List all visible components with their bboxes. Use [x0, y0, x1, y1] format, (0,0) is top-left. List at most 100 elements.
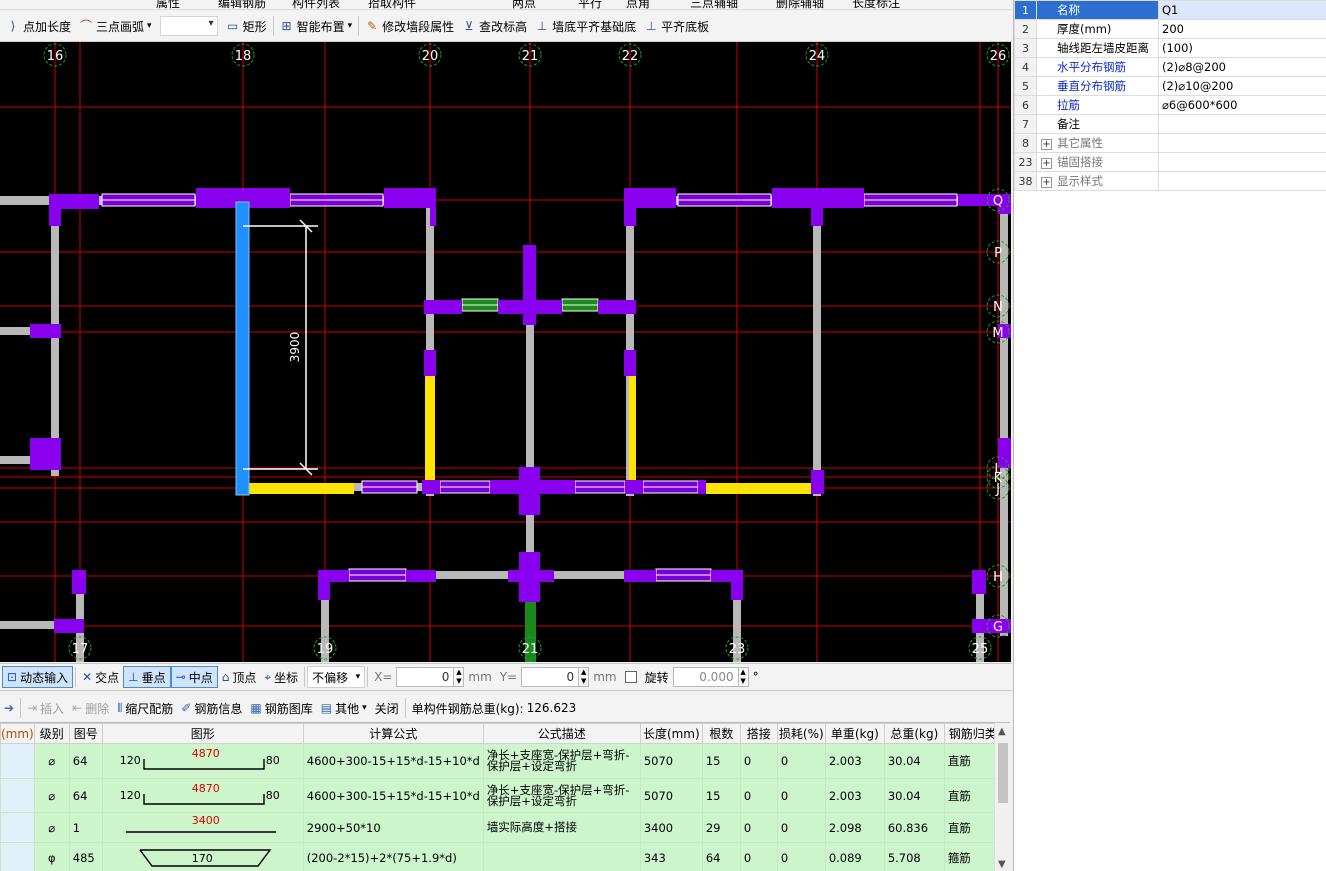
cell-grade[interactable]: ⌀	[33, 778, 70, 813]
y-input[interactable]: 0	[521, 667, 580, 687]
cell-desc[interactable]	[482, 842, 641, 871]
cell-shape[interactable]: 120 4870 80	[101, 743, 304, 779]
walls[interactable]	[0, 196, 1011, 662]
dynamic-input-toggle[interactable]: ⊡ 动态输入	[2, 666, 74, 688]
table-row[interactable]: ⌀ 64 120 4870 80 4600+300-15+15*d-15+10*d 净长+支…	[0, 743, 1002, 779]
columns[interactable]	[30, 188, 1011, 633]
cell-unit-wt[interactable]: 2.098	[824, 812, 885, 843]
ribbon-fragment[interactable]: 编辑钢筋	[218, 0, 266, 9]
cell-desc[interactable]: 净长+支座宽-保护层+弯折-保护层+设定弯折	[482, 743, 641, 779]
cell-lap[interactable]: 0	[739, 842, 778, 871]
cell-lap[interactable]: 0	[739, 778, 778, 813]
cell-length[interactable]: 343	[639, 842, 703, 871]
cell-formula[interactable]: 4600+300-15+15*d-15+10*d	[302, 778, 484, 813]
scroll-down-icon[interactable]: ▼	[998, 859, 1006, 870]
other-menu-button[interactable]: ▤ 其他 ▾	[317, 697, 371, 719]
property-row[interactable]: 1 名称 Q1	[1014, 0, 1326, 20]
column-header[interactable]: 损耗(%)	[776, 723, 826, 744]
cell-formula[interactable]: (200-2*15)+2*(75+1.9*d)	[302, 842, 484, 871]
cell-category[interactable]: 直筋	[943, 743, 1002, 779]
draw-mode-combo[interactable]	[159, 16, 218, 36]
cell-grade[interactable]: φ	[33, 842, 70, 871]
cell-count[interactable]: 64	[701, 842, 741, 871]
ribbon-fragment[interactable]: 两点	[512, 0, 536, 9]
rebar-info-button[interactable]: ✐ 钢筋信息	[177, 697, 246, 719]
cell-total-wt[interactable]: 5.708	[883, 842, 945, 871]
rebar-grid-scrollbar[interactable]: ▲ ▼	[994, 723, 1010, 871]
ribbon-fragment[interactable]: 删除辅轴	[776, 0, 824, 9]
offset-mode-select[interactable]: 不偏移 ▾	[307, 666, 366, 688]
row-handle[interactable]	[0, 812, 35, 843]
edit-wall-segment-button[interactable]: ✎ 修改墙段属性	[361, 14, 458, 38]
column-header[interactable]: (mm)	[0, 723, 35, 744]
rotate-spinner[interactable]: ▲ ▼	[738, 667, 749, 687]
ribbon-fragment[interactable]: 长度标注	[852, 0, 900, 9]
rotate-checkbox[interactable]	[624, 671, 637, 683]
ribbon-fragment[interactable]: 属性	[156, 0, 180, 9]
cell-total-wt[interactable]: 30.04	[883, 778, 945, 813]
ribbon-fragment[interactable]: 平行	[578, 0, 602, 9]
cell-loss[interactable]: 0	[776, 743, 826, 779]
coordinate-snap-toggle[interactable]: ⌖ 坐标	[260, 666, 302, 688]
cell-loss[interactable]: 0	[776, 842, 826, 871]
row-handle[interactable]	[0, 778, 35, 813]
property-value[interactable]: (2)⌀8@200	[1158, 57, 1326, 77]
drawing-canvas[interactable]: 3900 16 18 20 21 22 24 26 17 19 21 23 25 Q P N M L K J H G	[0, 42, 1011, 662]
cell-shape[interactable]: 120 4870 80	[101, 778, 304, 813]
cell-formula[interactable]: 4600+300-15+15*d-15+10*d	[302, 743, 484, 779]
column-header[interactable]: 钢筋归类	[943, 723, 1002, 744]
cell-fig[interactable]: 64	[68, 778, 103, 813]
close-button[interactable]: 关闭	[371, 697, 403, 719]
property-value[interactable]	[1158, 152, 1326, 172]
property-row[interactable]: 8 + 其它属性	[1014, 133, 1326, 153]
property-value[interactable]: (100)	[1158, 38, 1326, 58]
selected-wall[interactable]	[236, 202, 249, 495]
column-header[interactable]: 级别	[33, 723, 70, 744]
three-point-arc-button[interactable]: ⌒ 三点画弧 ▾	[75, 14, 156, 38]
cell-unit-wt[interactable]: 2.003	[824, 743, 885, 779]
property-row[interactable]: 3 轴线距左墙皮距离 (100)	[1014, 38, 1326, 58]
scroll-up-icon[interactable]: ▲	[998, 726, 1006, 737]
column-header[interactable]: 图形	[101, 723, 304, 744]
rebar-library-button[interactable]: ▦ 钢筋图库	[246, 697, 316, 719]
align-slab-button[interactable]: ⊥ 平齐底板	[640, 14, 713, 38]
rotate-input[interactable]: 0.000	[672, 667, 739, 687]
column-header[interactable]: 公式描述	[482, 723, 641, 744]
cell-desc[interactable]: 墙实际高度+搭接	[482, 812, 641, 843]
cell-shape[interactable]: 170	[101, 842, 304, 871]
row-handle[interactable]	[0, 743, 35, 779]
cell-length[interactable]: 5070	[639, 743, 703, 779]
align-foundation-button[interactable]: ⊥ 墙底平齐基础底	[531, 14, 640, 38]
cell-unit-wt[interactable]: 0.089	[824, 842, 885, 871]
column-header[interactable]: 计算公式	[302, 723, 484, 744]
property-row[interactable]: 6 拉筋 ⌀6@600*600	[1014, 95, 1326, 115]
property-value[interactable]: ⌀6@600*600	[1158, 95, 1326, 115]
cell-category[interactable]: 直筋	[943, 778, 1002, 813]
ribbon-fragment[interactable]: 三点辅轴	[690, 0, 738, 9]
cell-grade[interactable]: ⌀	[33, 812, 70, 843]
property-row[interactable]: 38 + 显示样式	[1014, 171, 1326, 191]
expand-icon[interactable]: +	[1041, 158, 1052, 169]
delete-button[interactable]: ⇤ 删除	[68, 697, 113, 719]
expand-icon[interactable]: +	[1041, 139, 1052, 150]
cell-count[interactable]: 15	[701, 778, 741, 813]
column-header[interactable]: 长度(mm)	[639, 723, 703, 744]
cell-grade[interactable]: ⌀	[33, 743, 70, 779]
cell-unit-wt[interactable]: 2.003	[824, 778, 885, 813]
cell-category[interactable]: 直筋	[943, 812, 1002, 843]
cell-loss[interactable]: 0	[776, 812, 826, 843]
ribbon-fragment[interactable]: 拾取构件	[368, 0, 416, 9]
row-handle[interactable]	[0, 842, 35, 871]
property-value[interactable]	[1158, 133, 1326, 153]
cell-category[interactable]: 箍筋	[943, 842, 1002, 871]
cell-count[interactable]: 29	[701, 812, 741, 843]
property-row[interactable]: 23 + 锚固搭接	[1014, 152, 1326, 172]
cell-length[interactable]: 5070	[639, 778, 703, 813]
vertex-snap-toggle[interactable]: ⌂ 顶点	[218, 666, 261, 688]
check-elevation-button[interactable]: ⊻ 查改标高	[458, 14, 531, 38]
cell-loss[interactable]: 0	[776, 778, 826, 813]
x-input[interactable]: 0	[396, 667, 455, 687]
cell-fig[interactable]: 1	[68, 812, 103, 843]
cell-lap[interactable]: 0	[739, 812, 778, 843]
cell-total-wt[interactable]: 60.836	[883, 812, 945, 843]
